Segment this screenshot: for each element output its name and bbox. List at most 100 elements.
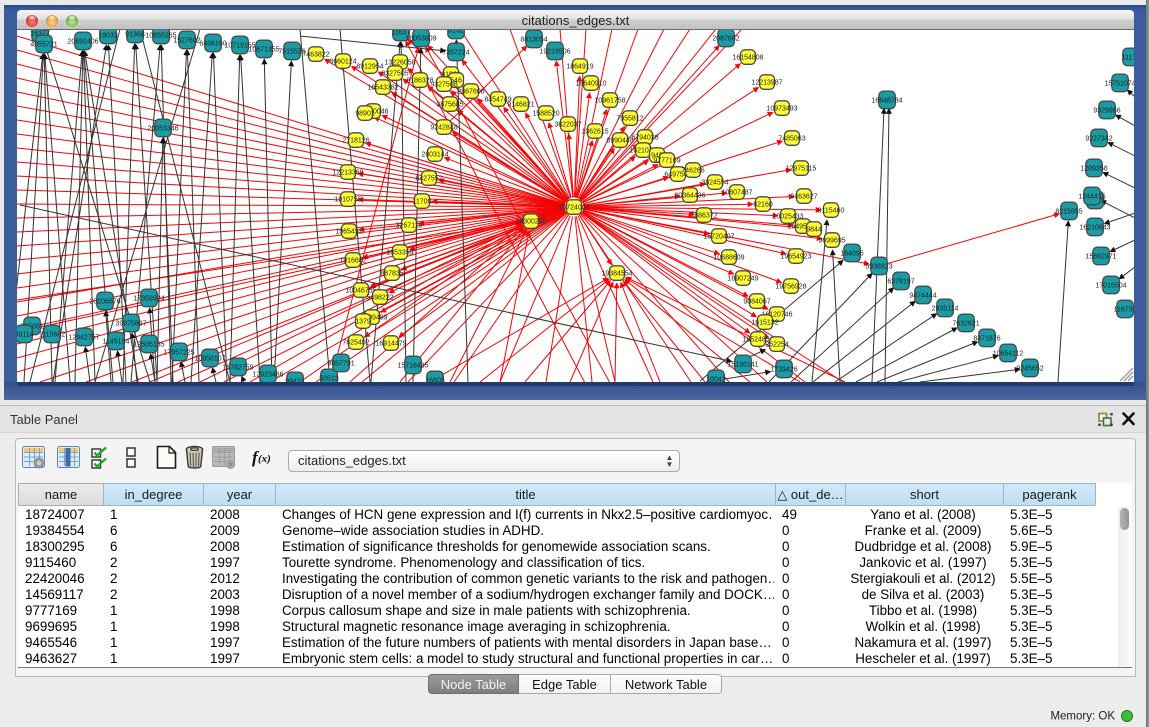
svg-text:10961758: 10961758 (594, 97, 625, 104)
svg-text:62160: 62160 (753, 201, 773, 208)
svg-text:9084067: 9084067 (743, 298, 770, 305)
svg-text:4055721: 4055721 (30, 41, 57, 48)
svg-text:1916682: 1916682 (339, 257, 366, 264)
svg-text:39114: 39114 (17, 331, 34, 338)
svg-text:12213369: 12213369 (332, 169, 363, 176)
svg-text:8132: 8132 (448, 30, 464, 34)
svg-text:2867608: 2867608 (457, 88, 484, 95)
svg-text:9474444: 9474444 (909, 292, 936, 299)
svg-text:18907249: 18907249 (727, 275, 758, 282)
svg-text:19756928: 19756928 (775, 283, 806, 290)
svg-text:16210643: 16210643 (1079, 224, 1110, 231)
svg-text:8215955: 8215955 (1055, 208, 1082, 215)
svg-text:39975887: 39975887 (115, 320, 146, 327)
svg-text:1115682: 1115682 (39, 331, 65, 338)
svg-text:9329966: 9329966 (1093, 107, 1120, 114)
svg-text:17957225: 17957225 (163, 349, 194, 356)
svg-text:6379197: 6379197 (887, 278, 914, 285)
svg-text:18724007: 18724007 (558, 204, 589, 211)
svg-text:10958107: 10958107 (194, 355, 225, 362)
svg-text:1379: 1379 (355, 318, 371, 325)
svg-text:252254: 252254 (765, 341, 788, 348)
svg-text:20053346: 20053346 (147, 125, 178, 132)
svg-text:1362615: 1362615 (581, 128, 608, 135)
svg-text:9844: 9844 (806, 226, 822, 233)
svg-text:6466160: 6466160 (199, 40, 226, 47)
svg-text:9327505: 9327505 (381, 70, 408, 77)
svg-text:17359924: 17359924 (133, 295, 164, 302)
svg-text:9699695: 9699695 (818, 237, 845, 244)
svg-text:12942757: 12942757 (68, 334, 99, 341)
svg-text:15751074: 15751074 (1104, 80, 1134, 87)
svg-text:16914479: 16914479 (375, 340, 406, 347)
svg-text:1244415: 1244415 (1078, 193, 1105, 200)
svg-text:7632621: 7632621 (952, 320, 979, 327)
svg-text:7955812: 7955812 (616, 115, 643, 122)
svg-text:1864919: 1864919 (566, 63, 593, 70)
svg-text:1588520: 1588520 (532, 110, 559, 117)
svg-text:98901: 98901 (355, 110, 375, 117)
svg-text:7625402: 7625402 (342, 339, 369, 346)
svg-text:10655265: 10655265 (145, 32, 176, 39)
svg-text:2087682: 2087682 (712, 35, 739, 42)
svg-text:8660124: 8660124 (329, 58, 356, 65)
svg-text:1733426: 1733426 (770, 366, 797, 373)
svg-text:3822037: 3822037 (554, 121, 581, 128)
svg-text:9242848: 9242848 (430, 124, 457, 131)
svg-text:116753: 116753 (1114, 306, 1134, 313)
svg-text:1527602: 1527602 (173, 37, 200, 44)
svg-text:1353359: 1353359 (386, 249, 413, 256)
svg-text:9777169: 9777169 (653, 157, 680, 164)
svg-text:9463627: 9463627 (790, 193, 817, 200)
svg-text:19384554: 19384554 (601, 270, 632, 277)
svg-text:10688609: 10688609 (713, 254, 744, 261)
svg-text:16782759: 16782759 (222, 364, 253, 371)
svg-text:746266: 746266 (681, 167, 704, 174)
svg-text:1910755: 1910755 (334, 196, 361, 203)
svg-text:16053809: 16053809 (405, 35, 436, 42)
svg-text:20206576: 20206576 (89, 298, 120, 305)
svg-text:20364436: 20364436 (674, 192, 705, 199)
svg-text:16543382: 16543382 (367, 84, 398, 91)
svg-text:12923466: 12923466 (252, 371, 283, 378)
svg-text:2718126: 2718126 (342, 137, 369, 144)
svg-text:16154808: 16154808 (732, 54, 763, 61)
svg-text:8990448: 8990448 (606, 137, 633, 144)
svg-text:7485063: 7485063 (778, 135, 805, 142)
svg-text:7463822: 7463822 (302, 51, 329, 58)
svg-text:10973493: 10973493 (766, 105, 797, 112)
svg-text:18300295: 18300295 (515, 218, 546, 225)
svg-text:8471676: 8471676 (973, 335, 1000, 342)
svg-text:6794028: 6794028 (631, 134, 658, 141)
svg-text:8813054: 8813054 (520, 36, 547, 43)
svg-text:19218506: 19218506 (539, 48, 570, 55)
svg-text:15692971: 15692971 (1085, 253, 1116, 260)
svg-text:1965492: 1965492 (335, 228, 362, 235)
svg-text:12213987: 12213987 (751, 79, 782, 86)
svg-text:5498222: 5498222 (366, 294, 393, 301)
svg-text:3824554: 3824554 (701, 179, 728, 186)
svg-text:91368: 91368 (125, 31, 145, 38)
svg-text:11700: 11700 (413, 198, 432, 205)
svg-text:20691406: 20691406 (67, 38, 98, 45)
svg-text:3267110: 3267110 (396, 222, 423, 229)
svg-text:9327508: 9327508 (430, 81, 457, 88)
svg-text:1209358: 1209358 (1080, 165, 1107, 172)
svg-text:9657791: 9657791 (327, 360, 354, 367)
svg-text:10671355: 10671355 (248, 46, 279, 53)
svg-text:3875685: 3875685 (436, 101, 463, 108)
svg-text:50513: 50513 (319, 375, 339, 382)
svg-text:10654112: 10654112 (993, 350, 1024, 357)
svg-text:15720407: 15720407 (703, 233, 734, 240)
svg-text:8427552: 8427552 (415, 175, 442, 182)
svg-text:(x): (x) (258, 453, 271, 465)
svg-text:7886372: 7886372 (690, 212, 717, 219)
svg-text:9115460: 9115460 (818, 207, 845, 214)
svg-text:2935114: 2935114 (932, 305, 959, 312)
svg-text:5938923: 5938923 (865, 263, 892, 270)
svg-text:1145194: 1145194 (103, 338, 130, 345)
svg-text:9227342: 9227342 (1085, 135, 1112, 142)
svg-text:10807487: 10807487 (721, 189, 752, 196)
svg-text:11173: 11173 (1122, 54, 1134, 61)
svg-text:19654923: 19654923 (780, 253, 811, 260)
